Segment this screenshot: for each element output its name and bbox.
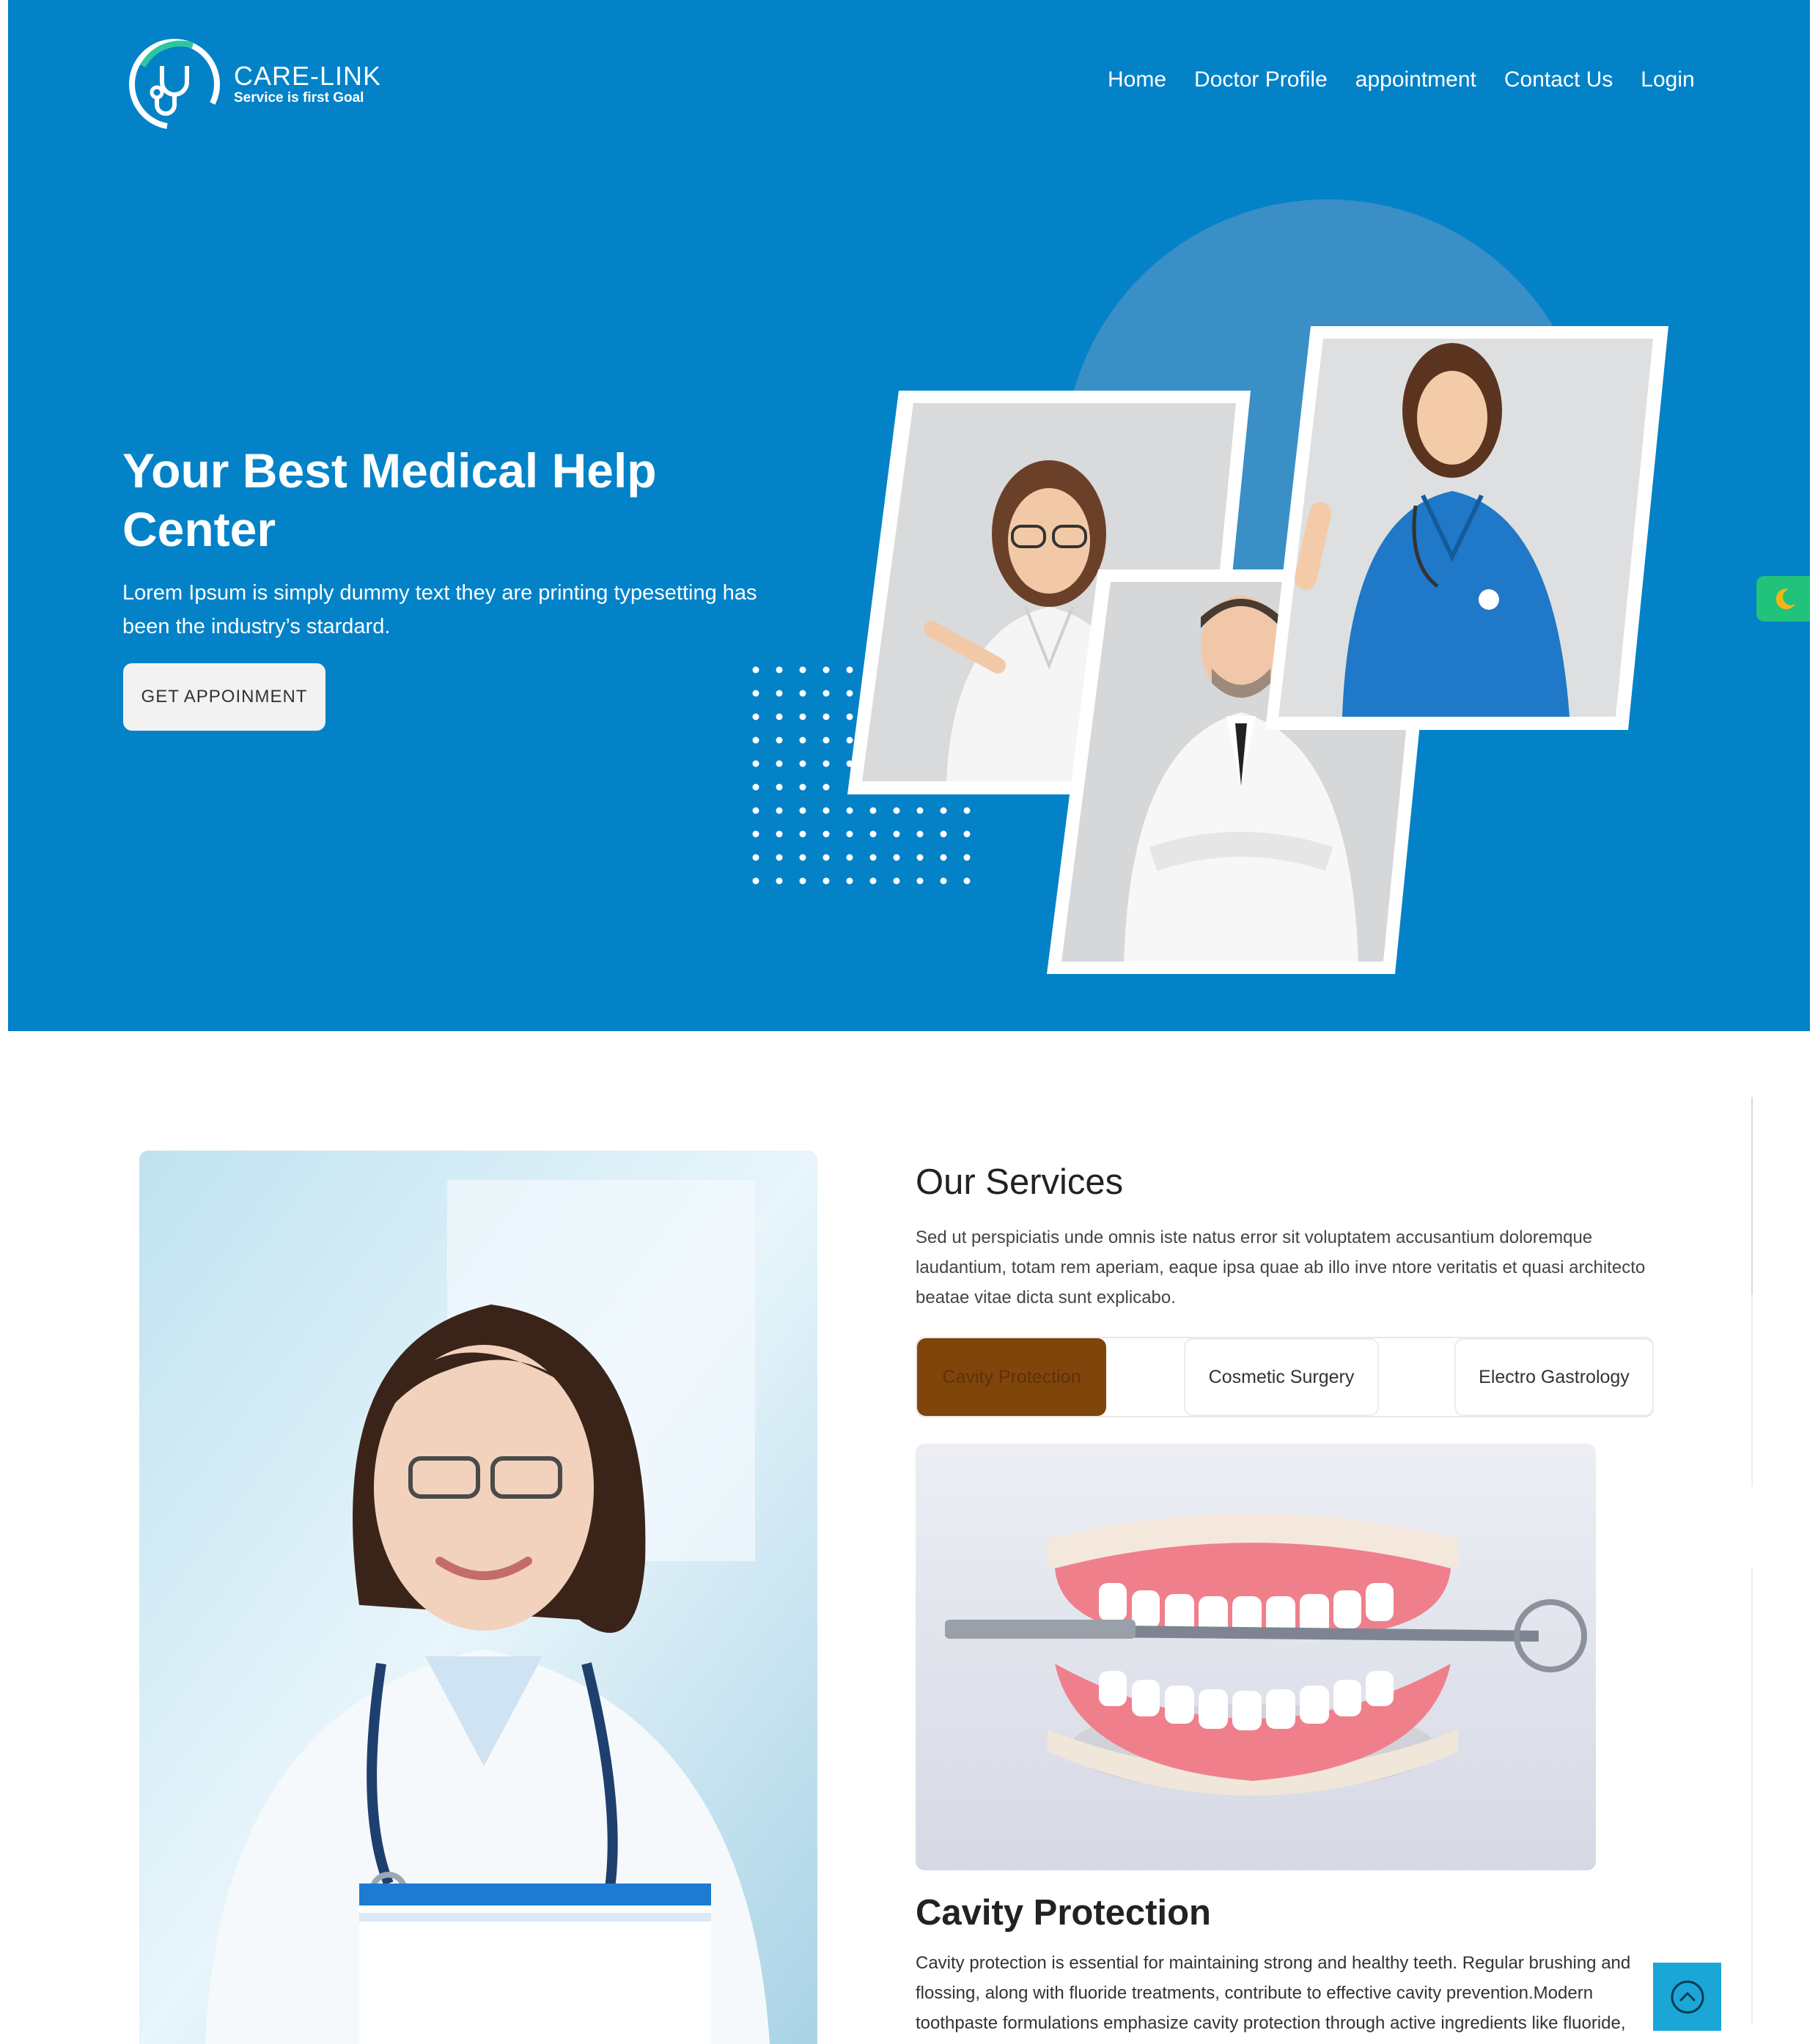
nav-doctor-profile[interactable]: Doctor Profile: [1194, 67, 1328, 92]
nav-login[interactable]: Login: [1641, 67, 1694, 92]
tab-cavity-protection[interactable]: Cavity Protection: [917, 1338, 1106, 1416]
female-doctor-image: [139, 1151, 817, 2044]
services-description: Sed ut perspiciatis unde omnis iste natu…: [916, 1228, 1646, 1307]
nurse-photo: [1265, 326, 1668, 730]
hero-subtitle: Lorem Ipsum is simply dummy text they ar…: [122, 581, 757, 638]
service-tabs: Cavity Protection Cosmetic Surgery Elect…: [916, 1337, 1654, 1417]
stethoscope-icon: [129, 39, 220, 130]
main-nav: Home Doctor Profile appointment Contact …: [1108, 67, 1723, 92]
right-divider-bottom: [1751, 1568, 1753, 2023]
get-appointment-button[interactable]: GET APPOINMENT: [123, 663, 325, 731]
moon-icon: [1775, 589, 1795, 610]
chevron-up-icon: [1671, 1980, 1704, 2013]
nav-contact-us[interactable]: Contact Us: [1504, 67, 1613, 92]
nav-home[interactable]: Home: [1108, 67, 1166, 92]
tab-cosmetic-surgery[interactable]: Cosmetic Surgery: [1184, 1338, 1379, 1416]
brand-name: CARE-LINK: [234, 61, 382, 91]
right-divider: [1751, 1097, 1753, 1295]
hero-title: Your Best Medical Help Center: [122, 443, 657, 556]
tab-electro-gastrology[interactable]: Electro Gastrology: [1454, 1338, 1654, 1416]
scroll-to-top-button[interactable]: [1653, 1963, 1721, 2031]
services-title: Our Services: [916, 1162, 1124, 1202]
brand-logo[interactable]: CARE-LINK Service is first Goal: [127, 37, 381, 132]
service-detail-text: Cavity protection is essential for maint…: [916, 1953, 1631, 2044]
hero-section: CARE-LINK Service is first Goal Home Doc…: [8, 0, 1810, 1031]
theme-toggle[interactable]: [1756, 576, 1810, 621]
nav-appointment[interactable]: appointment: [1355, 67, 1476, 92]
service-detail-title: Cavity Protection: [916, 1893, 1211, 1933]
dental-model-image: [916, 1444, 1596, 1870]
brand-tagline: Service is first Goal: [234, 90, 364, 106]
right-divider-lower: [1751, 1296, 1753, 1486]
